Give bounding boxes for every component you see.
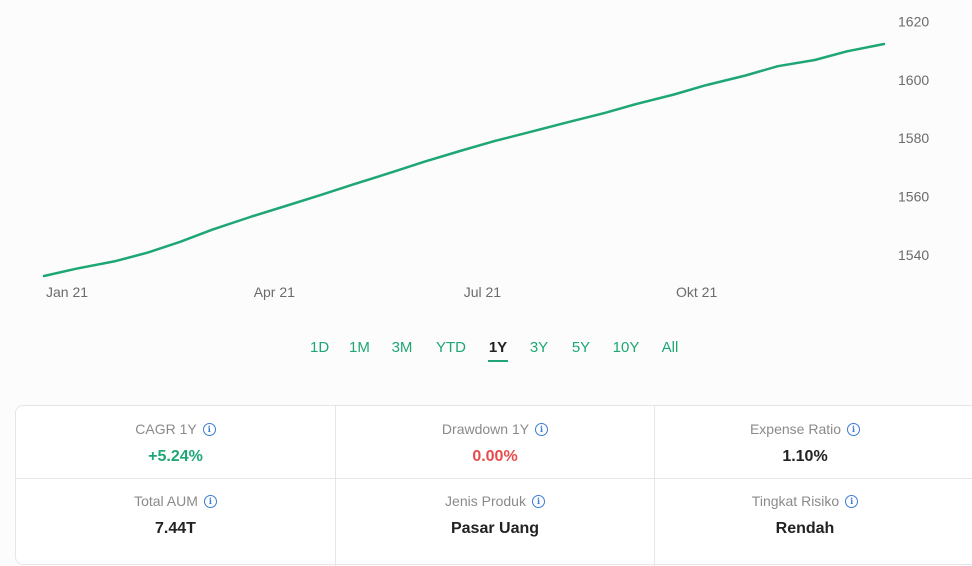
y-tick-label: 1540 xyxy=(898,247,929,263)
stat-label: Drawdown 1Y xyxy=(441,421,530,437)
period-5y[interactable]: 5Y xyxy=(570,338,592,358)
stat-label-wrap: CAGR 1Y i xyxy=(135,420,216,438)
info-icon[interactable]: i xyxy=(535,422,549,436)
divider xyxy=(16,478,972,479)
stat-value: 7.44T xyxy=(155,520,196,537)
info-icon[interactable]: i xyxy=(203,494,217,508)
chart-svg: 1540 1560 1580 1600 1620 Jan 21 Apr 21 Jul 21 Ok… xyxy=(42,14,929,300)
x-tick-label: Jul 21 xyxy=(464,284,502,300)
info-icon[interactable]: i xyxy=(531,494,545,508)
period-selector: 1D 1M 3M YTD 1Y 3Y 5Y 10Y All xyxy=(0,338,972,362)
period-1d[interactable]: 1D xyxy=(310,338,329,358)
stat-label-wrap: Expense Ratio i xyxy=(749,420,861,438)
y-tick-label: 1580 xyxy=(898,130,929,146)
info-icon[interactable]: i xyxy=(845,494,859,508)
stat-value: 1.10% xyxy=(782,448,828,465)
period-all[interactable]: All xyxy=(660,338,680,358)
stat-total-aum: Total AUM i 7.44T xyxy=(16,492,335,539)
stat-label-wrap: Jenis Produk i xyxy=(445,492,545,510)
stat-product-type: Jenis Produk i Pasar Uang xyxy=(336,492,654,539)
stat-value: +5.24% xyxy=(148,448,203,465)
stat-cagr: CAGR 1Y i +5.24% xyxy=(16,420,335,467)
y-tick-label: 1560 xyxy=(898,189,929,205)
stat-label: Expense Ratio xyxy=(749,421,842,437)
period-3y[interactable]: 3Y xyxy=(528,338,550,358)
period-1m[interactable]: 1M xyxy=(349,338,370,358)
x-tick-label: Okt 21 xyxy=(676,284,717,300)
stat-label-wrap: Drawdown 1Y i xyxy=(441,420,549,438)
stat-label: Tingkat Risiko xyxy=(751,493,840,509)
period-1y[interactable]: 1Y xyxy=(488,338,508,362)
stat-value: Rendah xyxy=(775,520,835,537)
period-10y[interactable]: 10Y xyxy=(612,338,640,358)
fund-stats-panel: CAGR 1Y i +5.24% Drawdown 1Y i 0.00% Exp… xyxy=(15,405,972,566)
stat-value: 0.00% xyxy=(472,448,518,465)
stat-label: CAGR 1Y xyxy=(135,421,197,437)
info-icon[interactable]: i xyxy=(847,422,861,436)
x-tick-label: Apr 21 xyxy=(254,284,295,300)
period-ytd[interactable]: YTD xyxy=(435,338,467,358)
stat-label: Jenis Produk xyxy=(445,493,526,509)
period-3m[interactable]: 3M xyxy=(390,338,414,358)
stat-value: Pasar Uang xyxy=(450,520,540,537)
price-chart[interactable]: 1540 1560 1580 1600 1620 Jan 21 Apr 21 Jul 21 Ok… xyxy=(0,0,972,310)
y-tick-label: 1600 xyxy=(898,72,929,88)
x-tick-label: Jan 21 xyxy=(46,284,88,300)
y-tick-label: 1620 xyxy=(898,14,929,30)
stat-label-wrap: Tingkat Risiko i xyxy=(751,492,859,510)
info-icon[interactable]: i xyxy=(202,422,216,436)
stat-label: Total AUM xyxy=(134,493,198,509)
price-line xyxy=(42,42,886,278)
stat-label-wrap: Total AUM i xyxy=(134,492,217,510)
stat-risk-level: Tingkat Risiko i Rendah xyxy=(655,492,955,539)
stat-expense-ratio: Expense Ratio i 1.10% xyxy=(655,420,955,467)
stat-drawdown: Drawdown 1Y i 0.00% xyxy=(336,420,654,467)
